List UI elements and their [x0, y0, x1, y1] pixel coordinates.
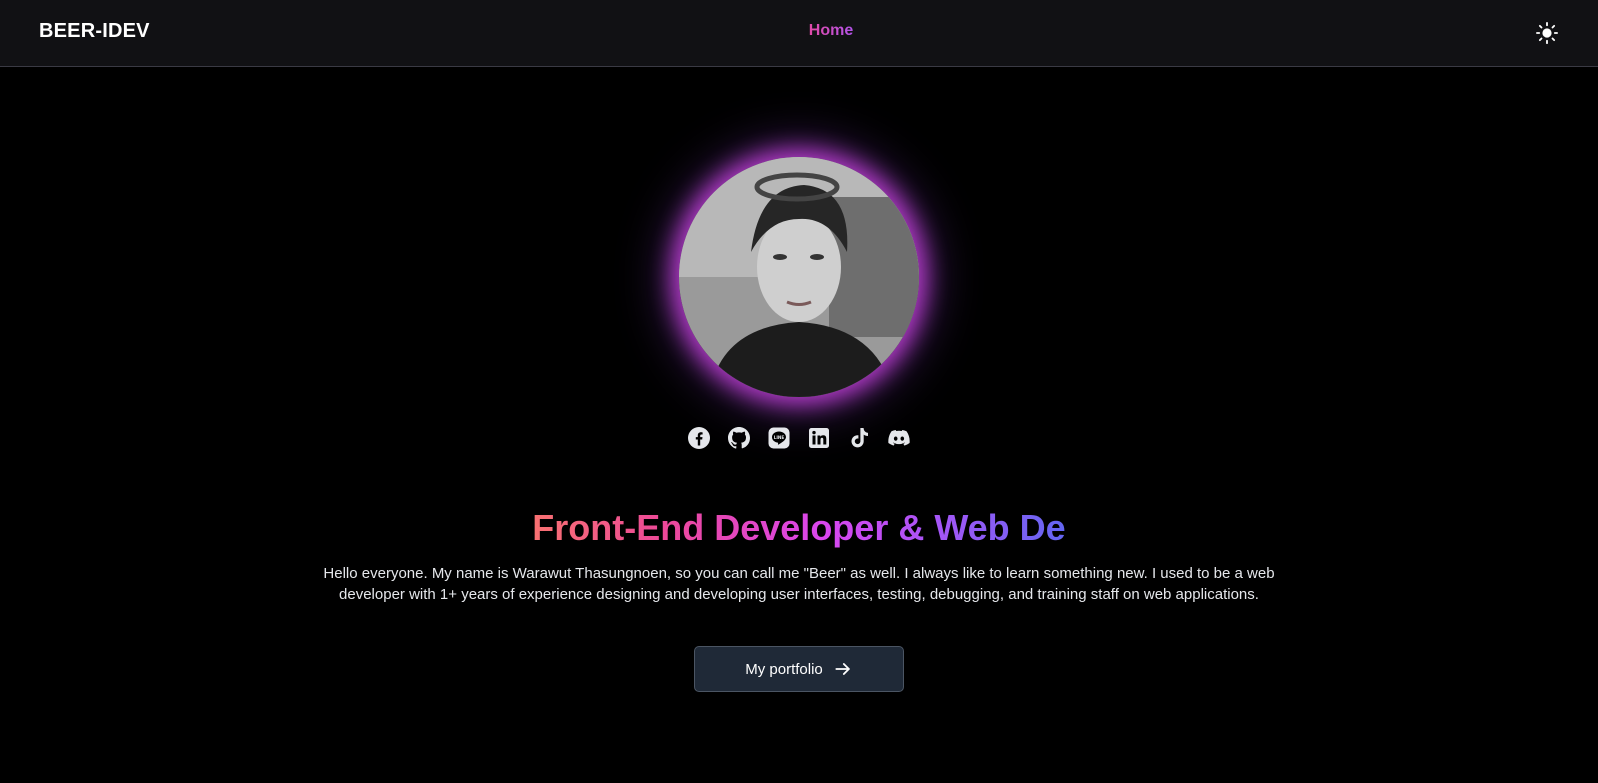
hero-headline: Front-End Developer & Web De — [0, 506, 1598, 550]
brand-logo[interactable]: BEER-IDEV — [39, 20, 150, 43]
my-portfolio-button[interactable]: My portfolio — [694, 646, 904, 692]
facebook-link[interactable] — [687, 426, 711, 450]
tiktok-icon — [851, 428, 868, 448]
tiktok-link[interactable] — [847, 426, 871, 450]
github-link[interactable] — [727, 426, 751, 450]
discord-icon — [888, 430, 910, 446]
discord-link[interactable] — [887, 426, 911, 450]
profile-avatar — [679, 157, 919, 397]
facebook-icon — [688, 427, 710, 449]
linkedin-icon — [809, 428, 829, 448]
linkedin-link[interactable] — [807, 426, 831, 450]
github-icon — [728, 427, 750, 449]
arrow-right-icon — [835, 663, 850, 675]
theme-toggle-button[interactable] — [1535, 21, 1559, 45]
nav-link-home[interactable]: Home — [799, 22, 863, 40]
my-portfolio-label: My portfolio — [745, 660, 823, 678]
hero-intro: Hello everyone. My name is Warawut Thasu… — [323, 565, 1275, 603]
svg-text:LINE: LINE — [774, 435, 785, 440]
profile-photo — [679, 157, 919, 397]
sun-icon — [1536, 22, 1558, 44]
hero-headline-text: Front-End Developer & Web De — [532, 507, 1066, 548]
social-links: LINE — [679, 426, 919, 454]
line-link[interactable]: LINE — [767, 426, 791, 450]
top-navbar: BEER-IDEV Home — [0, 0, 1598, 67]
line-icon: LINE — [768, 427, 790, 449]
